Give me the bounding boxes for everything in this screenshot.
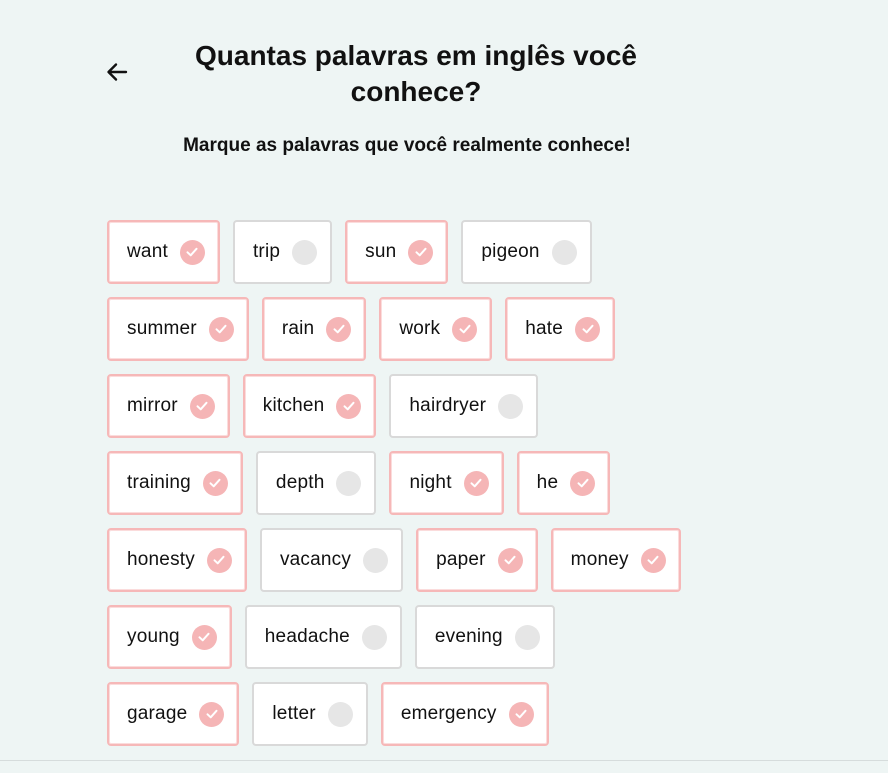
word-chip-trip[interactable]: trip [232, 220, 333, 284]
check-icon [508, 701, 534, 727]
word-chip-honesty[interactable]: honesty [107, 528, 247, 592]
word-row: want trip sun pigeon [107, 220, 727, 284]
word-chip-hairdryer[interactable]: hairdryer [389, 374, 539, 438]
word-label: summer [127, 318, 197, 339]
word-chip-want[interactable]: want [107, 220, 220, 284]
word-list: want trip sun pigeon summer rain work hate mirro… [107, 220, 727, 759]
empty-circle-icon [336, 470, 362, 496]
word-chip-young[interactable]: young [107, 605, 232, 669]
arrow-left-icon [105, 60, 129, 84]
word-chip-mirror[interactable]: mirror [107, 374, 230, 438]
check-icon [408, 239, 434, 265]
word-chip-hate[interactable]: hate [505, 297, 616, 361]
check-icon [199, 701, 225, 727]
word-chip-kitchen[interactable]: kitchen [242, 374, 377, 438]
empty-circle-icon [514, 624, 540, 650]
word-row: mirror kitchen hairdryer [107, 374, 727, 438]
divider [0, 760, 888, 761]
word-chip-headache[interactable]: headache [244, 605, 402, 669]
word-label: emergency [400, 703, 497, 724]
empty-circle-icon [498, 393, 524, 419]
word-label: rain [281, 318, 315, 339]
word-label: sun [365, 241, 397, 262]
word-label: headache [264, 626, 350, 647]
word-label: mirror [127, 395, 178, 416]
word-label: work [399, 318, 441, 339]
word-label: money [570, 549, 629, 570]
check-icon [202, 470, 228, 496]
word-label: vacancy [279, 549, 352, 570]
word-label: night [409, 472, 452, 493]
word-chip-evening[interactable]: evening [414, 605, 555, 669]
word-chip-work[interactable]: work [379, 297, 493, 361]
word-row: summer rain work hate [107, 297, 727, 361]
word-label: hate [525, 318, 564, 339]
word-chip-garage[interactable]: garage [107, 682, 240, 746]
check-icon [326, 316, 352, 342]
word-label: he [536, 472, 559, 493]
check-icon [640, 547, 666, 573]
empty-circle-icon [361, 624, 387, 650]
word-chip-night[interactable]: night [389, 451, 504, 515]
check-icon [208, 316, 234, 342]
word-label: kitchen [262, 395, 325, 416]
back-button[interactable] [103, 58, 131, 86]
word-label: paper [436, 549, 486, 570]
word-chip-paper[interactable]: paper [416, 528, 538, 592]
word-label: pigeon [481, 241, 540, 262]
word-chip-letter[interactable]: letter [252, 682, 368, 746]
word-label: depth [275, 472, 325, 493]
check-icon [206, 547, 232, 573]
word-chip-sun[interactable]: sun [345, 220, 449, 284]
word-row: training depth night he [107, 451, 727, 515]
word-label: letter [272, 703, 316, 724]
check-icon [189, 393, 215, 419]
word-chip-money[interactable]: money [550, 528, 681, 592]
word-chip-pigeon[interactable]: pigeon [461, 220, 592, 284]
check-icon [575, 316, 601, 342]
word-chip-emergency[interactable]: emergency [380, 682, 549, 746]
check-icon [336, 393, 362, 419]
word-chip-vacancy[interactable]: vacancy [259, 528, 404, 592]
word-row: garage letter emergency [107, 682, 727, 746]
page-title: Quantas palavras em inglês você conhece? [195, 40, 637, 107]
word-label: hairdryer [409, 395, 487, 416]
check-icon [497, 547, 523, 573]
empty-circle-icon [551, 239, 577, 265]
check-icon [191, 624, 217, 650]
word-row: young headache evening [107, 605, 727, 669]
check-icon [452, 316, 478, 342]
word-chip-summer[interactable]: summer [107, 297, 249, 361]
word-chip-depth[interactable]: depth [255, 451, 377, 515]
word-label: evening [434, 626, 503, 647]
word-chip-training[interactable]: training [107, 451, 243, 515]
check-icon [179, 239, 205, 265]
word-row: honesty vacancy paper money [107, 528, 727, 592]
word-label: garage [127, 703, 188, 724]
word-label: young [127, 626, 180, 647]
word-label: want [127, 241, 168, 262]
empty-circle-icon [292, 239, 318, 265]
word-label: trip [252, 241, 281, 262]
empty-circle-icon [327, 701, 353, 727]
empty-circle-icon [363, 547, 389, 573]
word-chip-he[interactable]: he [516, 451, 611, 515]
word-chip-rain[interactable]: rain [261, 297, 367, 361]
word-label: training [127, 472, 191, 493]
page-subtitle: Marque as palavras que você realmente co… [183, 135, 631, 156]
check-icon [463, 470, 489, 496]
check-icon [570, 470, 596, 496]
word-label: honesty [127, 549, 195, 570]
